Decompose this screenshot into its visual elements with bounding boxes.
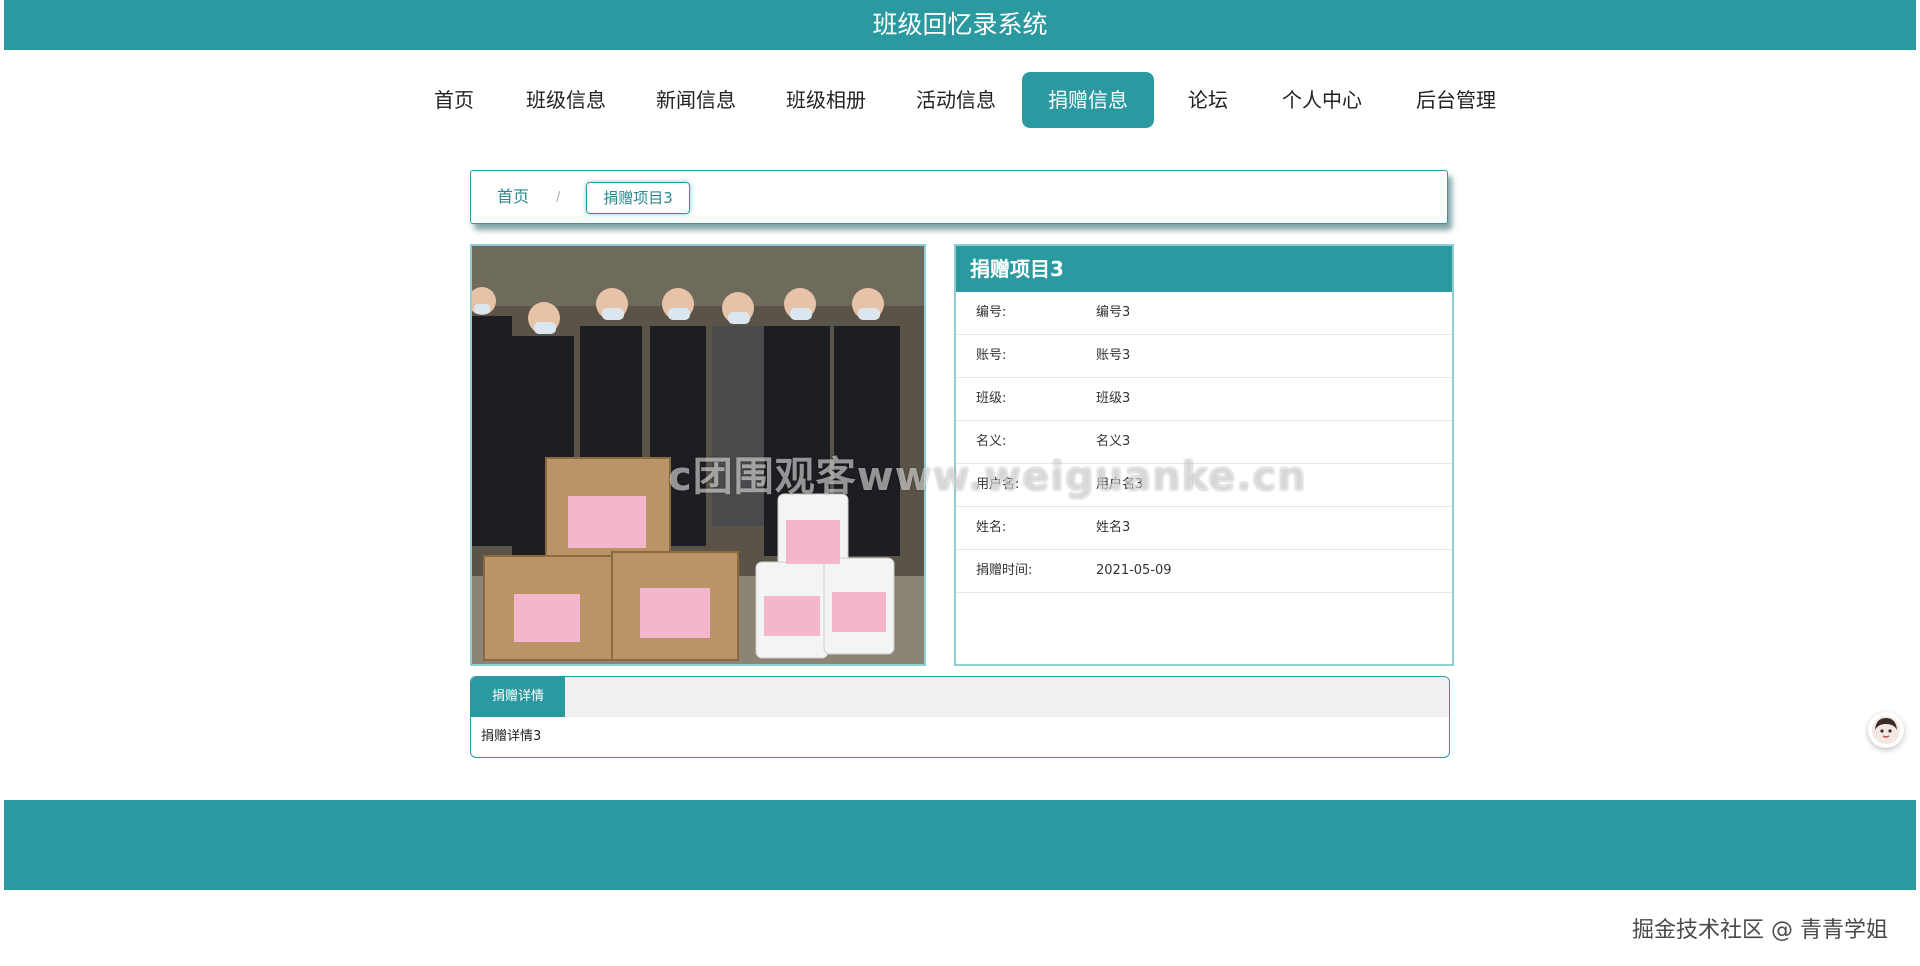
nav-admin[interactable]: 后台管理 xyxy=(1400,72,1512,128)
info-row-donation-time: 捐赠时间: 2021-05-09 xyxy=(956,550,1452,593)
info-row-class: 班级: 班级3 xyxy=(956,378,1452,421)
nav-news[interactable]: 新闻信息 xyxy=(640,72,752,128)
info-label-donation-time: 捐赠时间: xyxy=(976,563,1033,578)
main-nav: 首页 班级信息 新闻信息 班级相册 活动信息 捐赠信息 论坛 个人中心 后台管理 xyxy=(4,72,1916,128)
nav-class-album[interactable]: 班级相册 xyxy=(770,72,882,128)
info-value-id: 编号3 xyxy=(1096,305,1131,320)
page-footer xyxy=(4,800,1916,890)
info-label-class: 班级: xyxy=(976,391,1007,406)
info-value-name: 姓名3 xyxy=(1096,520,1131,535)
donation-detail-panel: 捐赠详情 捐赠详情3 xyxy=(470,676,1450,758)
info-row-id: 编号: 编号3 xyxy=(956,292,1452,335)
tab-donation-detail[interactable]: 捐赠详情 xyxy=(471,677,565,717)
info-label-id: 编号: xyxy=(976,305,1007,320)
nav-home[interactable]: 首页 xyxy=(412,72,496,128)
nav-donations[interactable]: 捐赠信息 xyxy=(1022,72,1154,128)
detail-tab-bar: 捐赠详情 xyxy=(471,677,1449,717)
donation-detail-content: 捐赠详情3 xyxy=(481,729,542,744)
nav-forum[interactable]: 论坛 xyxy=(1168,72,1248,128)
app-title: 班级回忆录系统 xyxy=(872,10,1048,39)
assistant-avatar-icon[interactable] xyxy=(1868,712,1904,748)
watermark-overlay: c团围观客www.weiguanke.cn xyxy=(668,454,1307,500)
info-value-class: 班级3 xyxy=(1096,391,1131,406)
info-label-name: 姓名: xyxy=(976,520,1007,535)
info-row-name: 姓名: 姓名3 xyxy=(956,507,1452,550)
page-frame: 班级回忆录系统 首页 班级信息 新闻信息 班级相册 活动信息 捐赠信息 论坛 个… xyxy=(4,0,1916,962)
avatar-face-icon xyxy=(1872,716,1900,744)
breadcrumb-home-link[interactable]: 首页 xyxy=(497,171,529,223)
nav-personal-center[interactable]: 个人中心 xyxy=(1266,72,1378,128)
app-title-bar: 班级回忆录系统 xyxy=(4,0,1916,50)
breadcrumb-separator: / xyxy=(556,190,561,205)
info-label-account: 账号: xyxy=(976,348,1007,363)
info-row-account: 账号: 账号3 xyxy=(956,335,1452,378)
watermark-credit: 掘金技术社区 @ 青青学姐 xyxy=(1632,918,1888,943)
info-value-account: 账号3 xyxy=(1096,348,1131,363)
nav-class-info[interactable]: 班级信息 xyxy=(510,72,622,128)
breadcrumb-current: 捐赠项目3 xyxy=(586,182,690,214)
nav-activities[interactable]: 活动信息 xyxy=(900,72,1012,128)
info-value-donation-time: 2021-05-09 xyxy=(1096,563,1172,578)
donation-info-title: 捐赠项目3 xyxy=(956,246,1452,292)
breadcrumb: 首页 / 捐赠项目3 xyxy=(470,170,1448,224)
